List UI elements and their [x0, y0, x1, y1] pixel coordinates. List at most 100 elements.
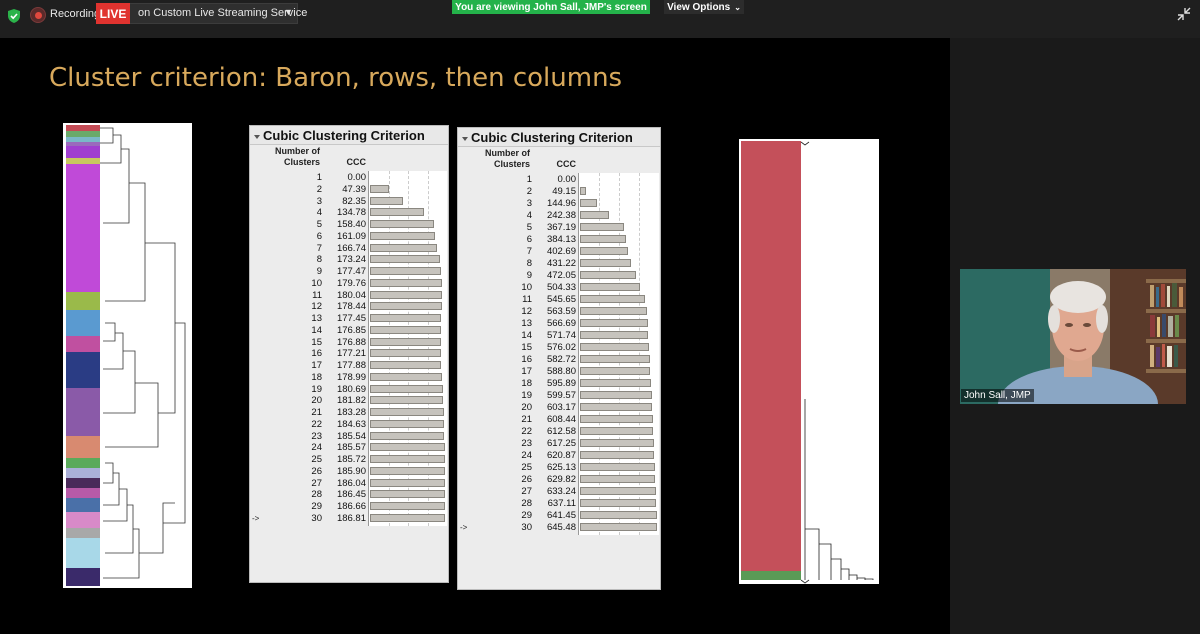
ccc-value: 582.72: [546, 354, 576, 365]
cluster-count: 4: [526, 210, 532, 221]
table-row: 18 595.89: [458, 378, 660, 389]
cluster-count: 12: [311, 301, 322, 313]
table-row: 20 603.17: [458, 402, 660, 413]
participant-video[interactable]: [960, 269, 1186, 404]
view-options-button[interactable]: View Options ⌄: [664, 0, 744, 14]
col-header-number-of-clusters: Number of Clusters: [275, 146, 320, 167]
cluster-count: 20: [521, 402, 532, 413]
ccc-value: 641.45: [546, 510, 576, 521]
ccc-value: 185.72: [336, 454, 366, 465]
ccc-value: 134.78: [336, 207, 366, 219]
table-row: 21 183.28: [250, 407, 448, 418]
table-row: 7 166.74: [250, 243, 448, 254]
ccc-value: 588.80: [546, 366, 576, 377]
table-row: 13 177.45: [250, 313, 448, 324]
cluster-count: 15: [311, 336, 322, 348]
ccc-value: 176.85: [336, 324, 366, 336]
ccc-value: 384.13: [546, 234, 576, 245]
cluster-count: 14: [311, 324, 322, 336]
ccc-table-columns-body: Number of Clusters CCC 1 0.00 2 49.15 3 144.96 4…: [458, 147, 660, 589]
ccc-value: 545.65: [546, 294, 576, 305]
table-row: 22 612.58: [458, 426, 660, 437]
chevron-down-icon: ⌄: [734, 2, 741, 12]
ccc-value: 181.82: [336, 395, 366, 407]
table-row: 23 185.54: [250, 431, 448, 442]
ccc-value: 186.66: [336, 501, 366, 512]
table-row: 14 176.85: [250, 325, 448, 336]
ccc-value: 599.57: [546, 390, 576, 401]
recording-label[interactable]: Recording: [50, 8, 100, 20]
column-cluster-green-block: [741, 571, 801, 580]
table-row: 23 617.25: [458, 438, 660, 449]
cluster-count: 13: [521, 318, 532, 329]
table-row: 29 641.45: [458, 510, 660, 521]
cluster-count: 12: [521, 306, 532, 317]
ccc-value: 595.89: [546, 378, 576, 389]
col-header-ccc: CCC: [346, 157, 367, 167]
ccc-value: 180.69: [336, 383, 366, 395]
table-row: 17 177.88: [250, 360, 448, 371]
cluster-count: 19: [311, 383, 322, 395]
ccc-table-rows: Cubic Clustering Criterion Number of Clu…: [249, 125, 449, 583]
ccc-value: 612.58: [546, 426, 576, 437]
cluster-count: 3: [316, 195, 322, 207]
selected-marker: ->: [460, 523, 468, 532]
cluster-count: 5: [316, 219, 322, 230]
viewing-screen-banner: You are viewing John Sall, JMP's screen: [452, 0, 650, 14]
table-row: 24 185.57: [250, 442, 448, 453]
table-row: 28 186.45: [250, 489, 448, 500]
cluster-count: 25: [311, 454, 322, 465]
table-row: 19 180.69: [250, 384, 448, 395]
cluster-count: 1: [526, 174, 532, 185]
ccc-value: 645.48: [546, 522, 576, 533]
table-row: 29 186.66: [250, 501, 448, 512]
ccc-value: 185.57: [336, 442, 366, 454]
exit-fullscreen-icon[interactable]: [1176, 6, 1192, 22]
table-row: 17 588.80: [458, 366, 660, 377]
cluster-count: 9: [316, 266, 322, 277]
cluster-count: 28: [311, 489, 322, 501]
table-row: 15 576.02: [458, 342, 660, 353]
ccc-value: 185.54: [336, 430, 366, 442]
cluster-count: 7: [316, 242, 322, 254]
ccc-value: 180.04: [336, 289, 366, 301]
cluster-count: 11: [312, 289, 322, 301]
row-dendrogram-graphic: [66, 125, 186, 586]
table-row: 25 625.13: [458, 462, 660, 473]
ccc-value: 186.45: [336, 489, 366, 501]
recording-icon[interactable]: [30, 7, 46, 23]
ccc-value: 608.44: [546, 414, 576, 425]
ccc-value: 176.88: [336, 336, 366, 348]
ccc-value: 179.76: [336, 277, 366, 289]
ccc-table-columns-title[interactable]: Cubic Clustering Criterion: [458, 128, 660, 147]
cluster-count: 27: [311, 477, 322, 489]
cluster-count: 27: [521, 486, 532, 497]
table-row: 2 47.39: [250, 184, 448, 195]
security-shield-icon[interactable]: [6, 8, 22, 24]
cluster-count: 30: [521, 522, 532, 533]
table-row: 14 571.74: [458, 330, 660, 341]
ccc-value: 0.00: [557, 174, 577, 185]
cluster-count: 21: [521, 414, 532, 425]
ccc-value: 576.02: [546, 342, 576, 353]
cluster-count: 4: [316, 207, 322, 219]
ccc-table-rows-title[interactable]: Cubic Clustering Criterion: [250, 126, 448, 145]
ccc-value: 186.04: [336, 477, 366, 489]
ccc-value: 0.00: [347, 172, 367, 183]
cluster-count: 18: [311, 371, 322, 383]
stream-service-label[interactable]: on Custom Live Streaming Service: [138, 7, 307, 19]
table-row: 6 161.09: [250, 231, 448, 242]
cluster-count: 6: [316, 230, 322, 242]
participant-video-frame: [960, 269, 1186, 404]
cluster-count: 13: [311, 313, 322, 324]
ccc-value: 629.82: [546, 474, 576, 485]
row-dendrogram: [63, 123, 192, 588]
table-row: 12 178.44: [250, 301, 448, 312]
table-row: 26 185.90: [250, 466, 448, 477]
ccc-value: 620.87: [546, 450, 576, 461]
table-row: 8 173.24: [250, 254, 448, 265]
table-row: 1 0.00: [458, 174, 660, 185]
ccc-value: 617.25: [546, 438, 576, 449]
table-row: 13 566.69: [458, 318, 660, 329]
caret-down-icon[interactable]: ▼: [284, 7, 293, 17]
